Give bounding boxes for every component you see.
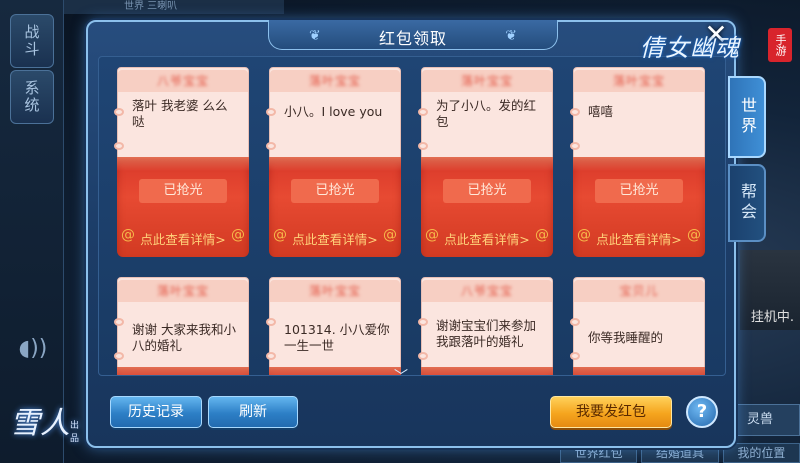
- binder-ring-icon: [570, 142, 580, 150]
- title-ornament-right-icon: ❦: [505, 28, 517, 44]
- packet-status: 已抢光: [139, 179, 227, 203]
- packet-sender: 落叶宝宝: [574, 70, 704, 92]
- packet-paper: 落叶宝宝 为了小八。发的红包: [418, 67, 553, 161]
- view-detail-link[interactable]: 点此查看详情>: [421, 229, 553, 248]
- packet-paper: 宝贝儿 你等我睡醒的: [570, 277, 705, 371]
- binder-ring-icon: [418, 352, 428, 360]
- bottom-tab-my-location[interactable]: 我的位置: [722, 443, 800, 463]
- binder-ring-icon: [418, 142, 428, 150]
- packet-message: 落叶 我老婆 么么哒: [132, 98, 228, 129]
- binder-ring-icon: [114, 352, 124, 360]
- side-tab-system[interactable]: 系统: [10, 70, 54, 124]
- packet-paper: 落叶宝宝 小八。I love you: [266, 67, 401, 161]
- brand-tag: 手游: [768, 28, 792, 62]
- binder-ring-icon: [266, 318, 276, 326]
- binder-ring-icon: [418, 108, 428, 116]
- packet-paper: 落叶宝宝 101314. 小八爱你一生一世: [266, 277, 401, 371]
- help-icon[interactable]: ?: [686, 396, 718, 428]
- binder-ring-icon: [266, 352, 276, 360]
- packet-message: 101314. 小八爱你一生一世: [284, 322, 390, 353]
- packet-message: 为了小八。发的红包: [436, 98, 537, 129]
- binder-ring-icon: [570, 108, 580, 116]
- voice-icon[interactable]: ◖)): [18, 336, 48, 366]
- view-detail-link[interactable]: 点此查看详情>: [573, 229, 705, 248]
- packet-sender: 落叶宝宝: [270, 280, 400, 302]
- binder-ring-icon: [570, 318, 580, 326]
- packet-sender: 落叶宝宝: [118, 280, 248, 302]
- chat-top-strip: 世界 三喇叭: [64, 0, 284, 14]
- brand-logo: 倩女幽魂 手游: [640, 24, 795, 72]
- packet-message: 小八。I love you: [284, 104, 383, 119]
- packet-message: 谢谢宝宝们来参加我跟落叶的婚礼: [436, 318, 537, 349]
- swirl-icon: @: [231, 227, 245, 243]
- packet-message: 你等我睡醒的: [588, 330, 664, 345]
- tab-world[interactable]: 世界: [728, 76, 766, 158]
- view-detail-link[interactable]: 点此查看详情>: [117, 229, 249, 248]
- view-detail-link[interactable]: 点此查看详情>: [269, 229, 401, 248]
- binder-ring-icon: [418, 318, 428, 326]
- packet-sender: 八爷宝宝: [422, 280, 552, 302]
- packet-envelope[interactable]: 已抢光 @ 点此查看详情> @: [421, 157, 553, 257]
- left-side-panel: 战斗 系统 ◖)): [0, 0, 64, 463]
- panel-title-bar: ❦ 红包领取 ❦: [268, 20, 558, 50]
- packet-sender: 落叶宝宝: [422, 70, 552, 92]
- packet-message: 谢谢 大家来我和小八的婚礼: [132, 322, 236, 353]
- packet-paper: 落叶宝宝 嘻嘻: [570, 67, 705, 161]
- packet-paper: 落叶宝宝 谢谢 大家来我和小八的婚礼: [114, 277, 249, 371]
- packet-sender: 落叶宝宝: [270, 70, 400, 92]
- binder-ring-icon: [114, 142, 124, 150]
- packet-paper: 八爷宝宝 落叶 我老婆 么么哒: [114, 67, 249, 161]
- refresh-button[interactable]: 刷新: [208, 396, 298, 428]
- binder-ring-icon: [266, 142, 276, 150]
- side-tab-battle[interactable]: 战斗: [10, 14, 54, 68]
- publisher-logo: 雪人 出品: [10, 406, 80, 444]
- binder-ring-icon: [114, 318, 124, 326]
- packet-status: 已抢光: [291, 179, 379, 203]
- brand-name: 倩女幽魂: [640, 34, 740, 62]
- packet-envelope[interactable]: 已抢光 @ 点此查看详情> @: [117, 157, 249, 257]
- binder-ring-icon: [114, 108, 124, 116]
- auto-battle-status: 挂机中.: [750, 310, 794, 325]
- packet-envelope[interactable]: [421, 367, 553, 375]
- binder-ring-icon: [570, 352, 580, 360]
- binder-ring-icon: [266, 108, 276, 116]
- packet-envelope[interactable]: [573, 367, 705, 375]
- tab-guild[interactable]: 帮会: [728, 164, 766, 242]
- packet-message: 嘻嘻: [588, 104, 614, 119]
- packet-envelope[interactable]: 已抢光 @ 点此查看详情> @: [269, 157, 401, 257]
- red-packet-grid[interactable]: 八爷宝宝 落叶 我老婆 么么哒 已抢光 @ 点此查看详情> @ 落叶宝宝 小八。…: [98, 56, 726, 376]
- history-button[interactable]: 历史记录: [110, 396, 202, 428]
- red-packet-panel: ❦ 红包领取 ❦ 八爷宝宝 落叶 我老婆 么么哒 已抢光 @ 点此查看详情> @…: [86, 20, 736, 448]
- send-red-packet-button[interactable]: 我要发红包: [550, 396, 672, 428]
- packet-status: 已抢光: [595, 179, 683, 203]
- packet-envelope[interactable]: [117, 367, 249, 375]
- packet-sender: 八爷宝宝: [118, 70, 248, 92]
- packet-status: 已抢光: [443, 179, 531, 203]
- swirl-icon: @: [383, 227, 397, 243]
- swirl-icon: @: [687, 227, 701, 243]
- packet-envelope[interactable]: [269, 367, 401, 375]
- packet-envelope[interactable]: 已抢光 @ 点此查看详情> @: [573, 157, 705, 257]
- packet-sender: 宝贝儿: [574, 280, 704, 302]
- packet-paper: 八爷宝宝 谢谢宝宝们来参加我跟落叶的婚礼: [418, 277, 553, 371]
- chevron-down-icon[interactable]: ﹀: [394, 366, 408, 386]
- swirl-icon: @: [535, 227, 549, 243]
